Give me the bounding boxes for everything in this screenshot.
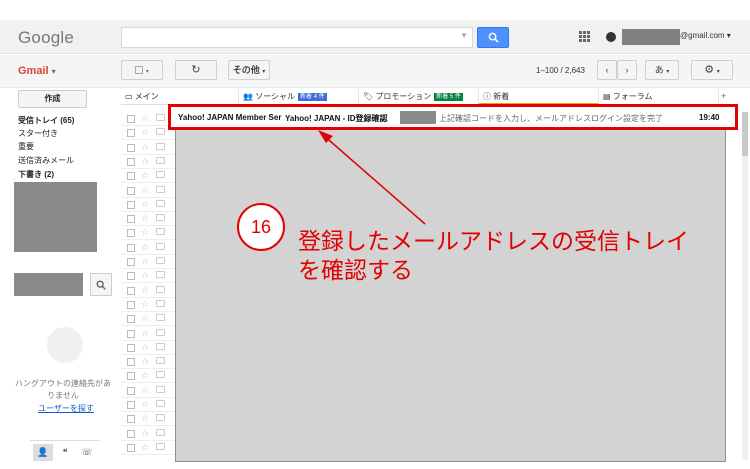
annotation-text: 登録したメールアドレスの受信トレイ を確認する: [298, 227, 689, 285]
gmail-window: Google ▼ @gmail.com ▾ Gmail ▾ ▾ ↻ その他 ▾ …: [0, 0, 750, 469]
step-number-badge: 16: [237, 203, 285, 251]
annotation-line-2: を確認する: [298, 257, 413, 283]
annotation-line-1: 登録したメールアドレスの受信トレイ: [298, 228, 689, 254]
